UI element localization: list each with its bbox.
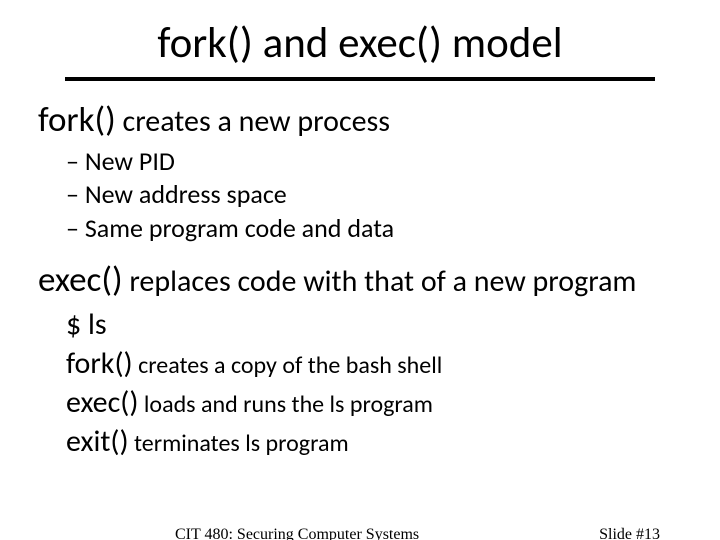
heading-text: creates a new process (116, 103, 390, 140)
footer-course: CIT 480: Securing Computer Systems (175, 526, 419, 540)
exec-list: $ ls fork() creates a copy of the bash s… (38, 305, 700, 461)
code-text: $ ls (66, 306, 107, 343)
list-item: $ ls (66, 305, 700, 344)
list-item: fork() creates a copy of the bash shell (66, 344, 700, 383)
slide-body: fork() creates a new process New PID New… (0, 99, 720, 461)
footer-slide-number: Slide #13 (599, 526, 660, 540)
heading-mono: fork() (38, 99, 116, 141)
heading-text: replaces code with that of a new program (123, 263, 637, 300)
list-item: Same program code and data (66, 212, 700, 245)
list-item: exec() loads and runs the ls program (66, 383, 700, 422)
list-item: exit() terminates ls program (66, 422, 700, 461)
code-text: fork() (66, 345, 133, 382)
list-item: New address space (66, 178, 700, 211)
desc-text: creates a copy of the bash shell (133, 351, 443, 380)
slide: fork() and exec() model fork() creates a… (0, 0, 720, 540)
slide-title: fork() and exec() model (0, 0, 720, 77)
code-text: exec() (66, 384, 138, 421)
desc-text: loads and runs the ls program (138, 390, 432, 419)
code-text: exit() (66, 423, 129, 460)
fork-list: New PID New address space Same program c… (38, 145, 700, 245)
desc-text: terminates ls program (129, 429, 349, 458)
title-rule (65, 77, 655, 81)
heading-mono: exec() (38, 259, 123, 301)
section-heading-exec: exec() replaces code with that of a new … (38, 259, 700, 301)
section-heading-fork: fork() creates a new process (38, 99, 700, 141)
list-item: New PID (66, 145, 700, 178)
